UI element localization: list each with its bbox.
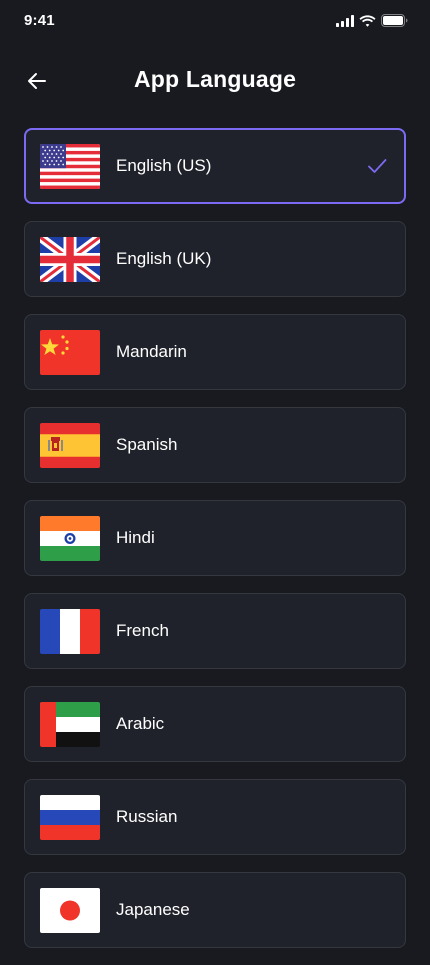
language-option-english-uk[interactable]: English (UK) [24, 221, 406, 297]
cellular-signal-icon [336, 14, 354, 27]
status-bar: 9:41 [0, 0, 430, 44]
language-label: English (US) [116, 156, 212, 175]
language-label: Arabic [116, 714, 165, 733]
language-option-spanish[interactable]: Spanish [24, 407, 406, 483]
language-option-japanese[interactable]: Japanese [24, 872, 406, 948]
battery-icon [381, 14, 408, 27]
language-list: English (US) English (UK) Mandarin Spani… [24, 128, 406, 965]
language-option-english-us[interactable]: English (US) [24, 128, 406, 204]
language-label: French [116, 621, 169, 640]
language-label: Spanish [116, 435, 178, 454]
us-flag-icon [40, 143, 100, 189]
language-label: English (UK) [116, 249, 212, 268]
language-option-hindi[interactable]: Hindi [24, 500, 406, 576]
language-option-french[interactable]: French [24, 593, 406, 669]
russia-flag-icon [40, 794, 100, 840]
uae-flag-icon [40, 701, 100, 747]
china-flag-icon [40, 329, 100, 375]
language-label: Hindi [116, 528, 155, 547]
india-flag-icon [40, 515, 100, 561]
language-option-russian[interactable]: Russian [24, 779, 406, 855]
france-flag-icon [40, 608, 100, 654]
wifi-icon [359, 14, 376, 27]
check-icon [368, 159, 387, 173]
status-time: 9:41 [24, 12, 55, 29]
status-icons [336, 14, 408, 27]
header: App Language [0, 56, 430, 104]
page-title: App Language [133, 66, 297, 92]
spain-flag-icon [40, 422, 100, 468]
uk-flag-icon [40, 236, 100, 282]
japan-flag-icon [40, 887, 100, 933]
language-option-mandarin[interactable]: Mandarin [24, 314, 406, 390]
language-label: Mandarin [116, 342, 187, 361]
language-option-arabic[interactable]: Arabic [24, 686, 406, 762]
language-label: Russian [116, 807, 178, 826]
language-label: Japanese [116, 900, 190, 919]
